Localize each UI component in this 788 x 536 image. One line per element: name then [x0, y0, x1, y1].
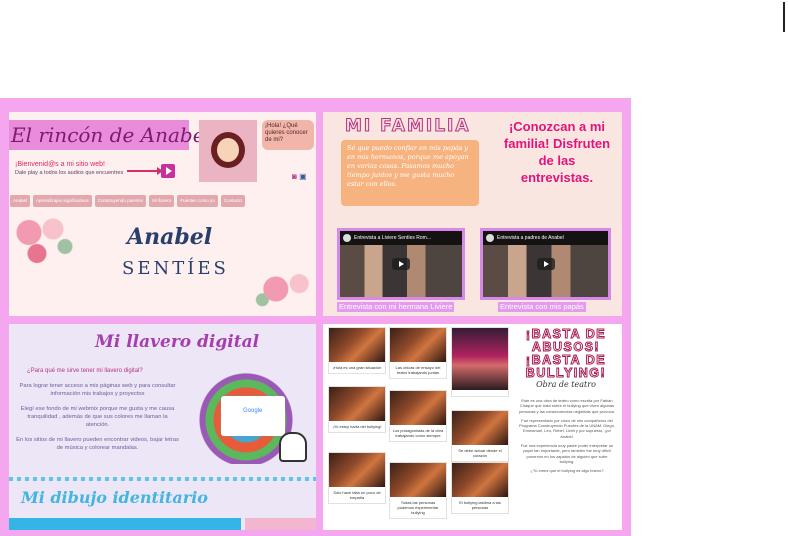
video-title: Entrevista a Liviere Sentíes Rom...: [340, 231, 462, 245]
video-player[interactable]: Entrevista a Liviere Sentíes Rom...: [337, 228, 465, 300]
nav-item[interactable]: Construyendo puentes: [94, 195, 147, 207]
family-text: Sé que puedo confiar en mis papás y en m…: [341, 140, 479, 206]
video-player[interactable]: Entrevista a padres de Anabel: [480, 228, 611, 300]
bullying-subtitle: Obra de teatro: [536, 380, 596, 389]
paragraph: Fue una experiencia muy padre poder inte…: [520, 443, 614, 464]
photo-tile[interactable]: El bullying lastima a las personas: [451, 462, 509, 514]
paragraph: Este es una obra de teatro como escrita …: [519, 398, 615, 414]
tile-caption: Los protagonistas de la obra trabajando …: [392, 428, 444, 438]
theater-photo: [390, 328, 446, 362]
paragraph: ¿Tú crees que el bullying es algo bueno?: [530, 468, 604, 474]
paragraph: Para lograr tener acceso a mis páginas w…: [19, 383, 176, 397]
tile-caption: Se debe actuar desde el corazón: [458, 448, 502, 458]
avatar: [199, 120, 257, 182]
theater-photo: [329, 453, 385, 487]
video-thumbnail: [340, 245, 462, 297]
channel-avatar: [486, 234, 494, 242]
panel-rincon-anabel[interactable]: El rincón de Anabel ¡Bienvenid@s a mi si…: [9, 112, 316, 316]
photo-tile[interactable]: [451, 327, 509, 397]
image-strip: [245, 518, 316, 530]
photo-tile[interactable]: Los protagonistas de la obra trabajando …: [389, 390, 447, 442]
photo-tile[interactable]: Se debe actuar desde el corazón: [451, 410, 509, 462]
collage-frame: El rincón de Anabel ¡Bienvenid@s a mi si…: [0, 98, 631, 536]
title-line: ¡BASTA DE: [525, 327, 607, 341]
tile-caption: Sólo hace falta un poco de empatía: [333, 490, 381, 500]
nav-bar: Anabel Aprendizajes significativos Const…: [9, 195, 316, 207]
instagram-icon[interactable]: ◙: [292, 172, 297, 181]
photo-tile[interactable]: Todas las personas podemos experimentar …: [389, 462, 447, 519]
hero-name: Anabel: [127, 224, 213, 250]
panel-llavero-digital[interactable]: Mi llavero digital ¿Para qué me sirve te…: [9, 324, 316, 530]
card-label: Google: [243, 408, 263, 414]
site-title: El rincón de Anabel: [9, 120, 211, 150]
dotted-divider: [9, 477, 316, 481]
theater-photo: [329, 328, 385, 362]
play-button[interactable]: [161, 164, 175, 178]
play-icon[interactable]: [536, 258, 555, 270]
channel-avatar: [343, 234, 351, 242]
photo-tile[interactable]: Sólo hace falta un poco de empatía: [328, 452, 386, 504]
video-caption: Entrevista con mi hermana Liviere: [337, 302, 455, 312]
video-title: Entrevista a padres de Anabel: [483, 231, 608, 245]
photo-tile[interactable]: Las chicas de ensayo del teatro trabajan…: [389, 327, 447, 379]
speech-bubble: ¡Hola! ¿Qué quieres conocer de mi?: [262, 120, 314, 150]
nav-item[interactable]: Aprendizajes significativos: [33, 195, 92, 207]
bullying-title: ¡BASTA DE ABUSOS! ¡BASTA DE BULLYING!: [516, 327, 616, 380]
tile-caption: El bullying lastima a las personas: [459, 500, 501, 510]
tile-caption: Las chicas de ensayo del teatro trabajan…: [395, 365, 441, 375]
theater-photo: [452, 328, 508, 390]
avatar-face: [211, 132, 245, 168]
panel-mi-familia[interactable]: MI FAMILIA Sé que puedo confiar en mis p…: [323, 112, 622, 316]
llavero-question: ¿Para qué me sirve tener mi llavero digi…: [27, 368, 143, 374]
title-line: ABUSOS!: [531, 340, 601, 354]
hero-surname: SENTÍES: [122, 258, 229, 279]
paragraph: Fue representado por cinco de mis compañ…: [519, 417, 615, 439]
nav-item[interactable]: Contacto: [220, 195, 245, 207]
tile-caption: Todas las personas podemos experimentar …: [397, 500, 439, 515]
tile-caption: ¡Hola es una gran situación: [332, 365, 382, 370]
photo-tile[interactable]: ¡Hola es una gran situación: [328, 327, 386, 374]
facebook-icon[interactable]: ▣: [299, 172, 307, 181]
image-strip: [9, 518, 241, 530]
hand-pointer-icon: [279, 432, 307, 462]
tile-caption: ¡Yo estoy harta del bullying!: [332, 424, 382, 429]
theater-photo: [390, 391, 446, 425]
title-line: ¡BASTA DE: [525, 353, 607, 367]
theater-photo: [390, 463, 446, 497]
text-cursor: [783, 2, 785, 32]
theater-photo: [452, 411, 508, 445]
video-thumbnail: [483, 245, 608, 297]
llavero-title: Mi llavero digital: [95, 332, 260, 352]
family-heading: ¡Conozcan a mi familia! Disfruten de las…: [503, 119, 611, 185]
llavero-text: Para lograr tener acceso a mis páginas w…: [15, 382, 180, 459]
nav-item[interactable]: Anabel: [10, 195, 31, 207]
video-caption: Entrevista con mis papás: [498, 302, 586, 312]
photo-tile[interactable]: ¡Yo estoy harta del bullying!: [328, 386, 386, 433]
flowers-right-image: [249, 262, 316, 316]
tile-caption: [452, 390, 508, 396]
title-line: BULLYING!: [525, 366, 607, 380]
webmix-card[interactable]: Google: [221, 396, 285, 436]
bullying-body: Este es una obra de teatro como escrita …: [519, 398, 615, 478]
nav-item[interactable]: Mi llavero: [149, 195, 175, 207]
family-title: MI FAMILIA: [345, 116, 471, 137]
panel-basta-bullying[interactable]: ¡Hola es una gran situación Las chicas d…: [323, 324, 622, 530]
dibujo-title: Mi dibujo identitario: [21, 488, 208, 507]
arrow-right-icon: [127, 167, 163, 175]
paragraph: En los sitios de mi llavero pueden encon…: [16, 437, 179, 451]
theater-photo: [452, 463, 508, 497]
play-icon[interactable]: [392, 258, 410, 270]
nav-item[interactable]: Fuentes como yo: [177, 195, 218, 207]
paragraph: Elegí ese fondo de mi webmix porque me g…: [20, 406, 175, 428]
theater-photo: [329, 387, 385, 421]
social-icons: ◙ ▣: [292, 172, 307, 181]
flowers-left-image: [9, 208, 89, 278]
